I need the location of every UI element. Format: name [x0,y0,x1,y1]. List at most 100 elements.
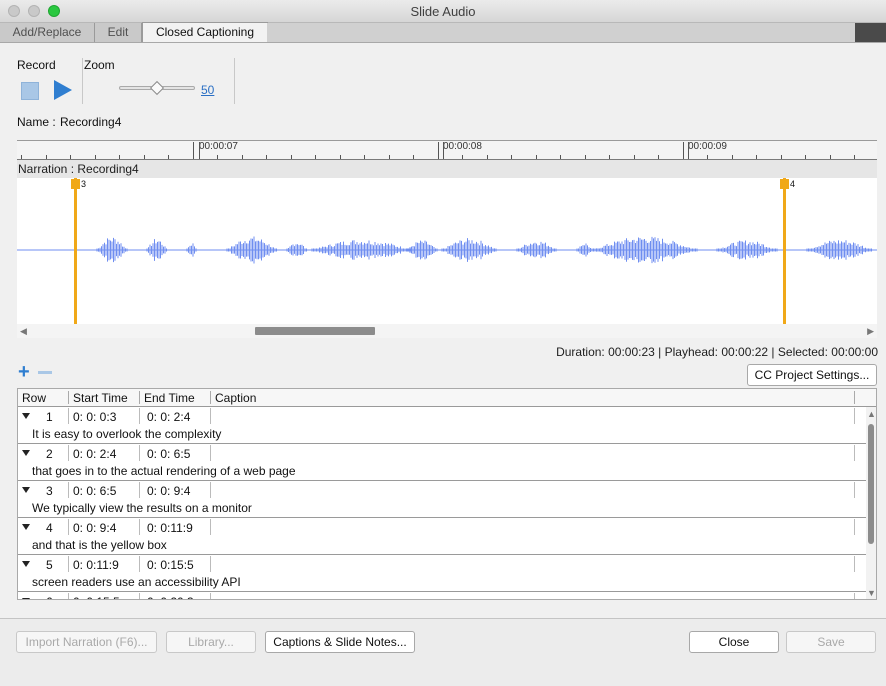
table-row[interactable]: 3 0: 0: 6:5 0: 0: 9:4 We typically view the… [18,481,866,518]
disclosure-triangle-icon[interactable] [22,487,30,493]
start-time-cell[interactable]: 0: 0: 6:5 [73,484,116,498]
timeline-ruler[interactable]: 00:00:07 00:00:08 00:00:09 [17,140,877,160]
start-time-cell[interactable]: 0: 0: 2:4 [73,447,116,461]
tab-bar-edge [855,23,886,42]
caption-table-header: Row Start Time End Time Caption [18,389,876,407]
ruler-tick [688,142,689,159]
end-time-cell[interactable]: 0: 0:20:3 [147,595,194,599]
zoom-label: Zoom [84,58,115,72]
timeline-scrollbar[interactable]: ◀ ▶ [17,324,877,338]
ruler-tick [389,155,390,159]
ruler-tick [609,155,610,159]
header-start-time[interactable]: Start Time [73,391,128,405]
toolbar-divider [82,58,83,104]
name-value: Recording4 [60,115,122,129]
captions-slide-notes-button[interactable]: Captions & Slide Notes... [265,631,415,653]
playhead-value: 00:00:22 [721,345,769,359]
tab-add-replace[interactable]: Add/Replace [0,23,95,42]
ruler-tick [707,155,708,159]
ruler-tick [266,155,267,159]
ruler-tick [413,155,414,159]
end-time-cell[interactable]: 0: 0:15:5 [147,558,194,572]
ruler-tick [95,155,96,159]
play-icon[interactable] [54,80,72,100]
waveform[interactable] [17,178,877,324]
disclosure-triangle-icon[interactable] [22,561,30,567]
table-row[interactable]: 6 0: 0:15:5 0: 0:20:3 [18,592,866,599]
ruler-tick [70,155,71,159]
save-button[interactable]: Save [786,631,876,653]
cc-project-settings-button[interactable]: CC Project Settings... [747,364,877,386]
ruler-tick [291,155,292,159]
ruler-tick [732,155,733,159]
row-number: 2 [46,447,53,461]
import-narration-button[interactable]: Import Narration (F6)... [16,631,157,653]
scroll-right-icon[interactable]: ▶ [867,326,874,337]
ruler-tick [511,155,512,159]
caption-text[interactable]: It is easy to overlook the complexity [32,427,221,441]
name-label: Name : [17,115,56,129]
start-time-cell[interactable]: 0: 0:11:9 [73,558,119,572]
disclosure-triangle-icon[interactable] [22,598,30,599]
ruler-tick [781,155,782,159]
scroll-down-icon[interactable]: ▼ [867,588,876,598]
scroll-thumb[interactable] [868,424,874,544]
scroll-thumb[interactable] [255,327,375,335]
start-time-cell[interactable]: 0: 0: 0:3 [73,410,116,424]
ruler-tick [756,155,757,159]
ruler-tick [340,155,341,159]
remove-caption-icon[interactable] [38,371,52,374]
end-time-cell[interactable]: 0: 0:11:9 [147,521,193,535]
caption-marker-3[interactable] [71,178,80,324]
disclosure-triangle-icon[interactable] [22,413,30,419]
scroll-left-icon[interactable]: ◀ [20,326,27,337]
caption-text[interactable]: that goes in to the actual rendering of … [32,464,296,478]
tab-closed-captioning[interactable]: Closed Captioning [142,22,268,43]
table-row[interactable]: 4 0: 0: 9:4 0: 0:11:9 and that is the yello… [18,518,866,555]
ruler-tick [144,155,145,159]
start-time-cell[interactable]: 0: 0: 9:4 [73,521,116,535]
scroll-up-icon[interactable]: ▲ [867,409,876,419]
narration-label: Narration : Recording4 [18,162,139,176]
waveform-area[interactable]: 3 4 [17,178,877,324]
ruler-tick [168,155,169,159]
header-end-time[interactable]: End Time [144,391,195,405]
ruler-tick [119,155,120,159]
toolbar-divider [234,58,235,104]
footer-divider [0,618,886,619]
table-row[interactable]: 1 0: 0: 0:3 0: 0: 2:4 It is easy to overloo… [18,407,866,444]
disclosure-triangle-icon[interactable] [22,450,30,456]
add-caption-icon[interactable]: + [18,362,30,382]
ruler-tick [193,142,194,159]
end-time-cell[interactable]: 0: 0: 2:4 [147,410,190,424]
caption-text[interactable]: We typically view the results on a monit… [32,501,252,515]
selected-label: Selected: [777,345,828,359]
window-title: Slide Audio [410,4,476,19]
header-row[interactable]: Row [22,391,46,405]
table-row[interactable]: 2 0: 0: 2:4 0: 0: 6:5 that goes in to the a… [18,444,866,481]
caption-table-scrollbar[interactable]: ▲ ▼ [866,407,876,599]
end-time-cell[interactable]: 0: 0: 6:5 [147,447,190,461]
table-row[interactable]: 5 0: 0:11:9 0: 0:15:5 screen readers use an… [18,555,866,592]
tab-bar: Add/Replace Edit Closed Captioning [0,22,886,43]
tab-edit[interactable]: Edit [95,23,142,42]
disclosure-triangle-icon[interactable] [22,524,30,530]
ruler-tick [315,155,316,159]
header-caption[interactable]: Caption [215,391,256,405]
ruler-tick [634,155,635,159]
stop-icon[interactable] [21,82,39,100]
start-time-cell[interactable]: 0: 0:15:5 [73,595,120,599]
ruler-tick-label: 00:00:09 [688,141,727,152]
ruler-tick [438,142,439,159]
close-button[interactable]: Close [689,631,779,653]
caption-text[interactable]: and that is the yellow box [32,538,167,552]
library-button[interactable]: Library... [166,631,256,653]
playhead-label: Playhead: [664,345,719,359]
caption-rows: 1 0: 0: 0:3 0: 0: 2:4 It is easy to overloo… [18,407,866,599]
ruler-tick-label: 00:00:08 [443,141,482,152]
end-time-cell[interactable]: 0: 0: 9:4 [147,484,190,498]
row-number: 6 [46,595,53,599]
zoom-value[interactable]: 50 [201,83,214,97]
caption-marker-4[interactable] [780,178,789,324]
caption-text[interactable]: screen readers use an accessibility API [32,575,241,589]
